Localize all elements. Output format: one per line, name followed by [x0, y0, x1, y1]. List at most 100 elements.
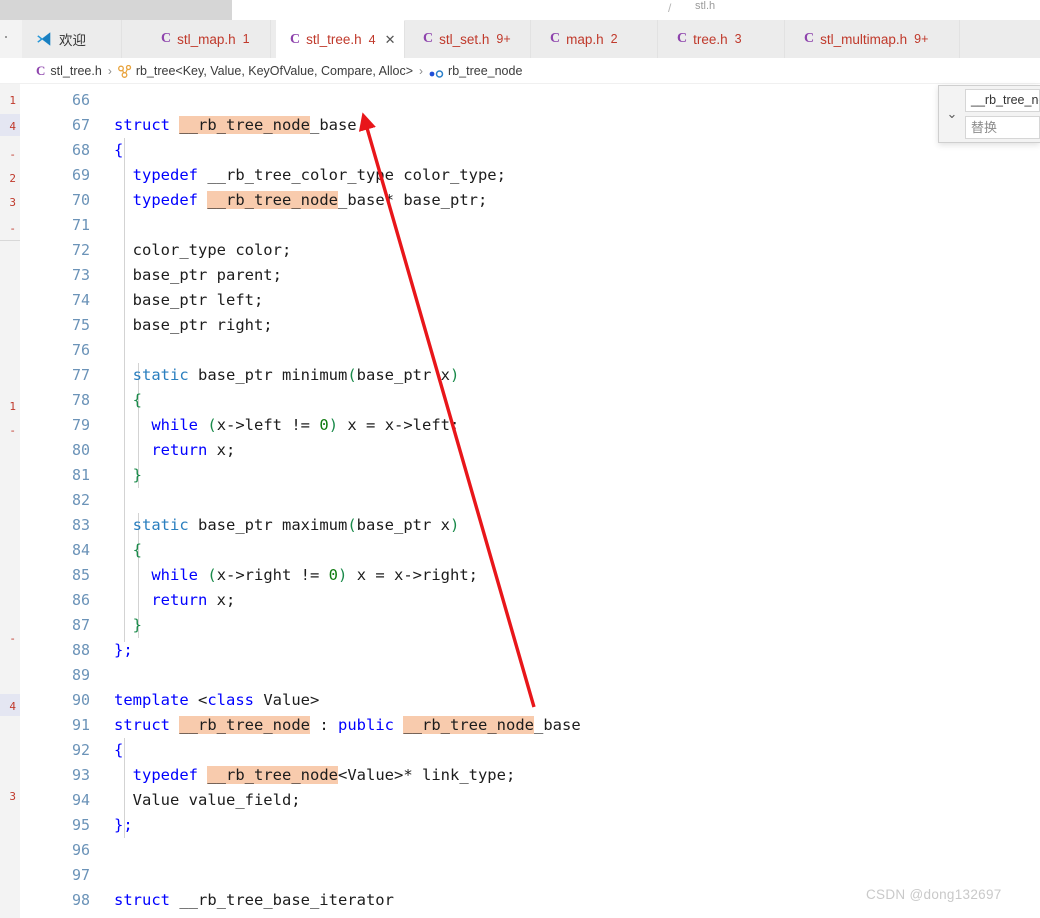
find-input[interactable]: __rb_tree_no [965, 89, 1040, 112]
c-file-icon: C [550, 31, 561, 46]
tab-stl_multimap.h[interactable]: Cstl_multimap.h 9+ [790, 20, 960, 58]
breadcrumb-member[interactable]: rb_tree_node [448, 64, 522, 78]
code-token: { [132, 391, 143, 409]
close-icon[interactable]: ✕ [385, 33, 396, 46]
code-line[interactable]: 71 [20, 213, 1040, 238]
code-line[interactable]: 95}; [20, 813, 1040, 838]
find-replace-widget[interactable]: ⌄ __rb_tree_no 替换 [938, 85, 1040, 143]
code-token: base_ptr right; [114, 316, 273, 334]
gutter-marker: - [9, 424, 16, 437]
code-token: base_ptr minimum [188, 366, 348, 384]
line-number: 86 [71, 591, 90, 609]
code-line[interactable]: 84 { [20, 538, 1040, 563]
breadcrumb-file[interactable]: stl_tree.h [50, 64, 101, 78]
code-token: return [151, 591, 208, 609]
code-line[interactable]: 67 struct __rb_tree_node_base [20, 113, 1040, 138]
code-line-text: typedef __rb_tree_color_type color_type; [114, 163, 506, 188]
tab-problem-count-badge: 1 [242, 32, 250, 46]
tab-map.h[interactable]: Cmap.h 2 [536, 20, 658, 58]
code-line[interactable]: 77 static base_ptr minimum(base_ptr x) [20, 363, 1040, 388]
code-line[interactable]: 91 struct __rb_tree_node : public __rb_tr… [20, 713, 1040, 738]
line-number: 97 [71, 866, 90, 884]
code-line[interactable]: 74 base_ptr left; [20, 288, 1040, 313]
code-line[interactable]: 78 { [20, 388, 1040, 413]
code-line[interactable]: 85 while (x->right != 0) x = x->right; [20, 563, 1040, 588]
code-line[interactable]: 82 [20, 488, 1040, 513]
code-token: { [114, 141, 124, 159]
code-token: public [338, 716, 394, 734]
code-line[interactable]: 89 [20, 663, 1040, 688]
c-file-icon: C [423, 31, 434, 46]
code-token: }; [114, 816, 133, 834]
code-line-text: base_ptr right; [114, 313, 273, 338]
gutter-marker: 4 [9, 700, 16, 713]
code-line-text: } [114, 463, 142, 488]
replace-input[interactable]: 替换 [965, 116, 1040, 139]
gutter-marker: 2 [9, 172, 16, 185]
code-line-text: } [114, 613, 142, 638]
code-editor[interactable]: 66 67 struct __rb_tree_node_base 68 {69 type… [20, 84, 1040, 918]
line-number: 66 [71, 91, 90, 109]
code-line-text: typedef __rb_tree_node<Value>* link_type… [114, 763, 515, 788]
line-number: 85 [71, 566, 90, 584]
code-line[interactable]: 79 while (x->left != 0) x = x->left; [20, 413, 1040, 438]
code-line[interactable]: 68 { [20, 138, 1040, 163]
code-line[interactable]: 88}; [20, 638, 1040, 663]
gutter-marker: 1 [9, 94, 16, 107]
tab-stl_map.h[interactable]: Cstl_map.h 1 [147, 20, 271, 58]
code-line[interactable]: 80 return x; [20, 438, 1040, 463]
code-line[interactable]: 96 [20, 838, 1040, 863]
code-line-text: while (x->left != 0) x = x->left; [114, 413, 459, 438]
code-token: _base* base_ptr; [338, 191, 488, 209]
code-line[interactable]: 87 } [20, 613, 1040, 638]
tab-stl_set.h[interactable]: Cstl_set.h 9+ [409, 20, 531, 58]
search-match-highlight: __rb_tree_node [207, 191, 338, 209]
gutter-marker: 1 [9, 400, 16, 413]
line-number: 94 [71, 791, 90, 809]
chevron-down-icon[interactable]: ⌄ [943, 104, 961, 124]
code-token: _base [309, 116, 357, 134]
breadcrumb-class[interactable]: rb_tree<Key, Value, KeyOfValue, Compare,… [136, 64, 413, 78]
gutter-marker: - [9, 148, 16, 161]
code-line[interactable]: 73 base_ptr parent; [20, 263, 1040, 288]
tab-label: stl_map.h [177, 31, 236, 47]
code-line[interactable]: 92 { [20, 738, 1040, 763]
line-number: 68 [71, 141, 90, 159]
code-line-text: { [114, 538, 142, 563]
field-icon [429, 66, 444, 78]
c-file-icon: C [290, 31, 301, 47]
code-token: < [188, 691, 208, 709]
code-line[interactable]: 90 template <class Value> [20, 688, 1040, 713]
code-line-text: while (x->right != 0) x = x->right; [114, 563, 478, 588]
code-line[interactable]: 69 typedef __rb_tree_color_type color_ty… [20, 163, 1040, 188]
code-token: base_ptr parent; [114, 266, 282, 284]
code-token: static [132, 516, 189, 534]
code-token: ) [338, 566, 348, 584]
code-line[interactable]: 94 Value value_field; [20, 788, 1040, 813]
line-number: 91 [71, 716, 90, 734]
code-line[interactable]: 72 color_type color; [20, 238, 1040, 263]
tab-tree.h[interactable]: Ctree.h 3 [663, 20, 785, 58]
c-file-icon: C [677, 31, 688, 46]
code-token: class [207, 691, 254, 709]
code-line[interactable]: 93 typedef __rb_tree_node<Value>* link_t… [20, 763, 1040, 788]
code-line[interactable]: 76 [20, 338, 1040, 363]
code-line[interactable]: 86 return x; [20, 588, 1040, 613]
code-token: x->right != [216, 566, 329, 584]
code-line[interactable]: 81 } [20, 463, 1040, 488]
code-line[interactable]: 97 [20, 863, 1040, 888]
tab-欢迎[interactable]: 欢迎 [22, 20, 122, 58]
code-token: base_ptr x [356, 366, 450, 384]
code-token: } [132, 466, 143, 484]
code-line[interactable]: 75 base_ptr right; [20, 313, 1040, 338]
code-line[interactable]: 66 [20, 88, 1040, 113]
code-line[interactable]: 70 typedef __rb_tree_node_base* base_ptr… [20, 188, 1040, 213]
code-line[interactable]: 83 static base_ptr maximum(base_ptr x) [20, 513, 1040, 538]
tab-stl_tree.h[interactable]: Cstl_tree.h 4 ✕ [276, 20, 405, 58]
